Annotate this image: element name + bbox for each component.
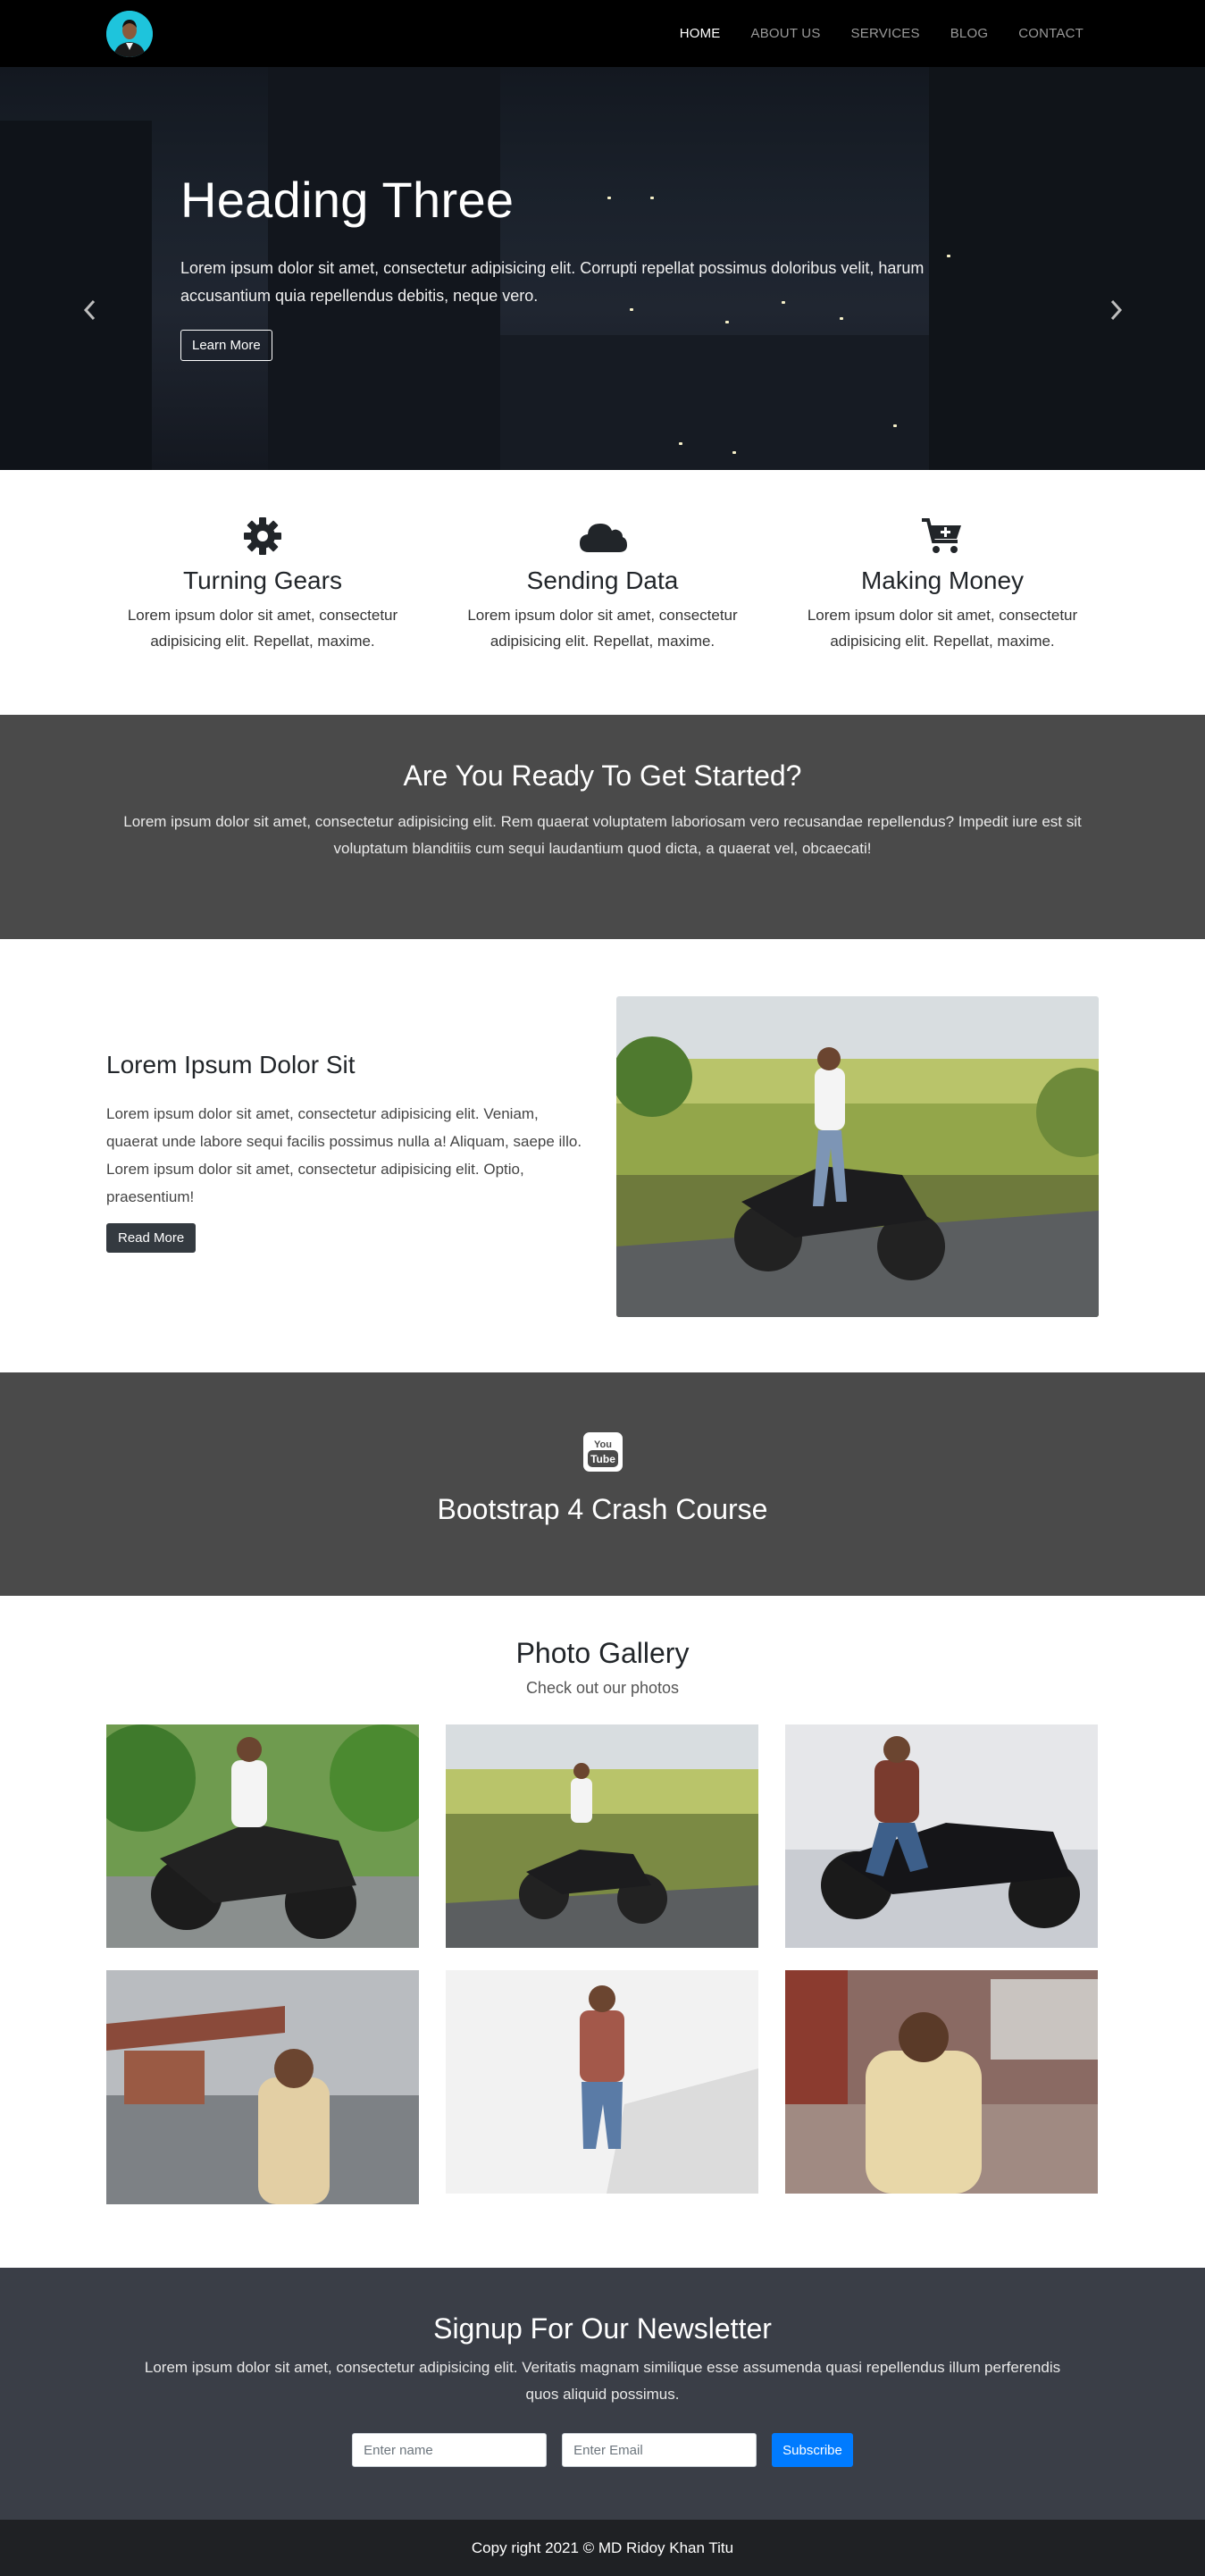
newsletter-form: Subscribe — [0, 2433, 1205, 2467]
feature-sending-data: Sending Data Lorem ipsum dolor sit amet,… — [447, 515, 759, 715]
nav-about-us[interactable]: ABOUT US — [751, 26, 821, 41]
cart-plus-icon — [786, 515, 1099, 558]
about-text: Lorem ipsum dolor sit amet, consectetur … — [106, 1105, 582, 1205]
newsletter-text: Lorem ipsum dolor sit amet, consectetur … — [144, 2359, 1061, 2403]
brand-avatar[interactable] — [106, 11, 153, 57]
footer: Copy right 2021 © MD Ridoy Khan Titu — [0, 2520, 1205, 2576]
newsletter-section: Signup For Our Newsletter Lorem ipsum do… — [0, 2268, 1205, 2520]
gallery-photo-6[interactable] — [785, 1970, 1098, 2194]
feature-turning-gears: Turning Gears Lorem ipsum dolor sit amet… — [106, 515, 419, 715]
feature-text: Lorem ipsum dolor sit amet, consectetur … — [467, 607, 738, 650]
about-photo — [616, 996, 1099, 1317]
photo-gallery-section: Photo Gallery Check out our photos — [0, 1596, 1205, 2268]
hero-title: Heading Three — [180, 172, 515, 228]
chevron-left-icon — [83, 299, 96, 321]
carousel-next-button[interactable] — [1108, 298, 1126, 328]
gallery-subtitle: Check out our photos — [525, 1679, 680, 1697]
feature-text: Lorem ipsum dolor sit amet, consectetur … — [127, 607, 398, 650]
avatar-logo-icon — [106, 11, 153, 57]
get-started-title: Are You Ready To Get Started? — [403, 759, 802, 792]
newsletter-title: Signup For Our Newsletter — [433, 2312, 772, 2345]
navbar: HOME ABOUT US SERVICES BLOG CONTACT — [0, 0, 1205, 67]
gear-icon — [106, 515, 419, 558]
youtube-icon[interactable]: You Tube — [582, 1431, 623, 1477]
gallery-grid — [0, 1724, 1205, 2225]
gallery-photo-1[interactable] — [106, 1724, 419, 1948]
nav-blog[interactable]: BLOG — [950, 26, 988, 41]
video-title: Bootstrap 4 Crash Course — [437, 1493, 768, 1525]
copyright-text: Copy right 2021 © MD Ridoy Khan Titu — [471, 2538, 734, 2556]
carousel-caption: Heading Three Lorem ipsum dolor sit amet… — [180, 172, 1011, 361]
email-input[interactable] — [562, 2433, 757, 2467]
chevron-right-icon — [1110, 299, 1123, 321]
gallery-title: Photo Gallery — [515, 1637, 690, 1669]
nav-contact[interactable]: CONTACT — [1018, 26, 1084, 41]
feature-text: Lorem ipsum dolor sit amet, consectetur … — [807, 607, 1078, 650]
about-section: Lorem Ipsum Dolor Sit Lorem ipsum dolor … — [0, 939, 1205, 1372]
hero-text: Lorem ipsum dolor sit amet, consectetur … — [180, 258, 925, 305]
learn-more-button[interactable]: Learn More — [180, 329, 272, 361]
feature-title: Making Money — [860, 566, 1025, 594]
subscribe-button[interactable]: Subscribe — [772, 2433, 853, 2467]
nav-links: HOME ABOUT US SERVICES BLOG CONTACT — [680, 0, 1084, 67]
svg-text:Tube: Tube — [590, 1453, 615, 1465]
nav-services[interactable]: SERVICES — [851, 26, 920, 41]
about-title: Lorem Ipsum Dolor Sit — [106, 1051, 356, 1078]
carousel-prev-button[interactable] — [80, 298, 98, 328]
name-input[interactable] — [352, 2433, 548, 2467]
gallery-photo-4[interactable] — [106, 1970, 419, 2204]
feature-making-money: Making Money Lorem ipsum dolor sit amet,… — [786, 515, 1099, 715]
features-section: Turning Gears Lorem ipsum dolor sit amet… — [0, 470, 1205, 715]
get-started-section: Are You Ready To Get Started? Lorem ipsu… — [0, 715, 1205, 939]
read-more-button[interactable]: Read More — [106, 1223, 197, 1253]
gallery-photo-3[interactable] — [785, 1724, 1098, 1948]
hero-carousel: Heading Three Lorem ipsum dolor sit amet… — [0, 67, 1205, 470]
gallery-photo-5[interactable] — [446, 1970, 758, 2194]
get-started-text: Lorem ipsum dolor sit amet, consectetur … — [123, 813, 1082, 857]
gallery-photo-2[interactable] — [446, 1724, 758, 1948]
cloud-icon — [447, 515, 759, 558]
feature-title: Sending Data — [526, 566, 679, 594]
nav-home[interactable]: HOME — [680, 26, 721, 41]
svg-text:You: You — [594, 1439, 612, 1450]
video-section: You Tube Bootstrap 4 Crash Course — [0, 1372, 1205, 1596]
feature-title: Turning Gears — [183, 566, 342, 594]
